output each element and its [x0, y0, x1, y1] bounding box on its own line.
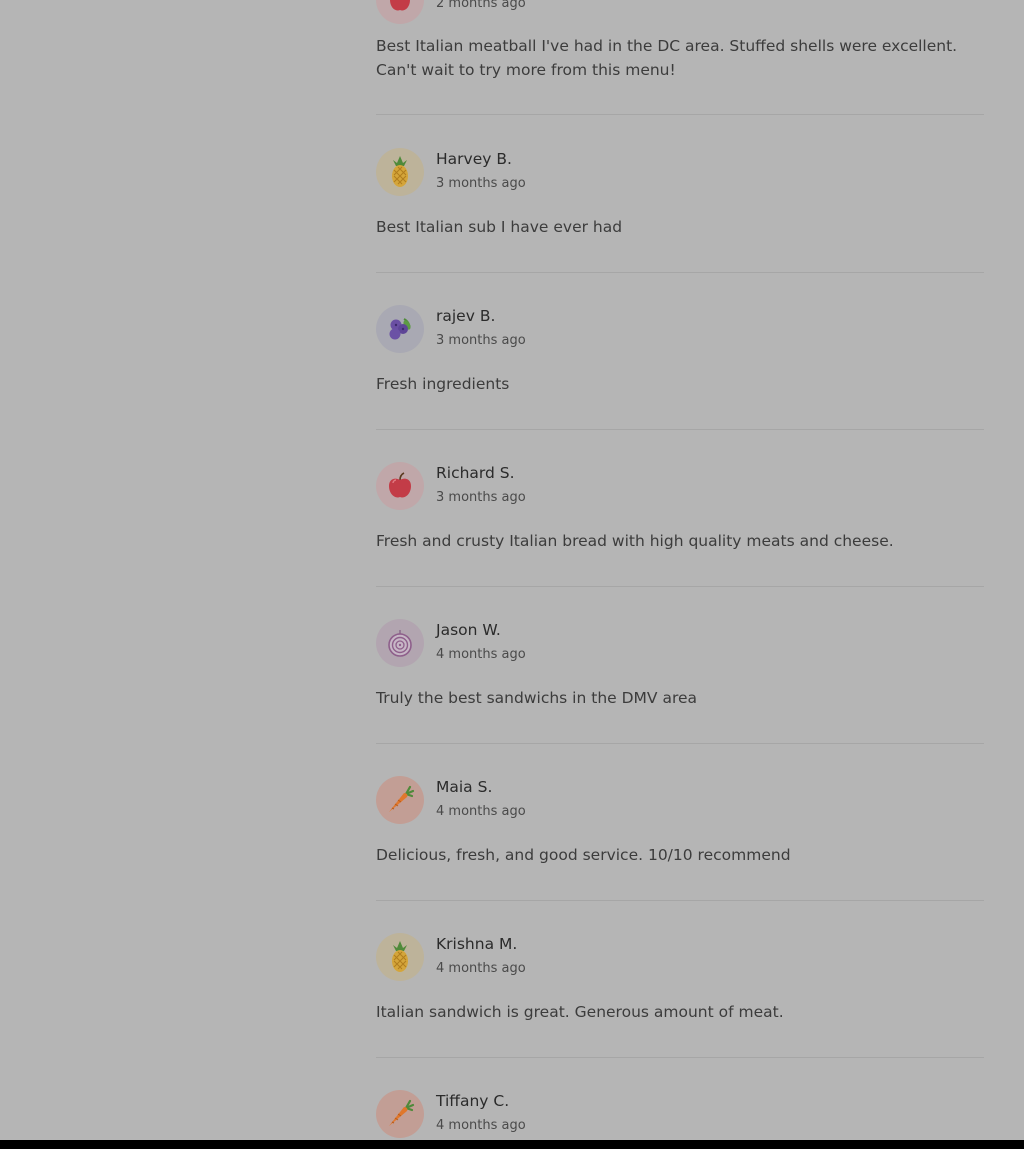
- reviewer-name[interactable]: Harvey B.: [436, 150, 512, 168]
- reviewer-name[interactable]: Jason W.: [436, 621, 501, 639]
- review-divider: [376, 743, 984, 744]
- review-time: 4 months ago: [436, 961, 526, 976]
- apple-icon: [376, 462, 424, 510]
- review-text: Best Italian meatball I've had in the DC…: [376, 37, 958, 79]
- review-text: Fresh ingredients: [376, 375, 510, 393]
- reviewer-name[interactable]: Tiffany C.: [436, 1092, 509, 1110]
- pineapple-icon: [376, 933, 424, 981]
- review-time: 4 months ago: [436, 804, 526, 819]
- review-time: 3 months ago: [436, 490, 526, 505]
- reviewer-name[interactable]: Richard S.: [436, 464, 515, 482]
- review-time: 2 months ago: [436, 0, 526, 11]
- review-divider: [376, 114, 984, 115]
- review-text: Italian sandwich is great. Generous amou…: [376, 1003, 784, 1021]
- onion-icon: [376, 619, 424, 667]
- review-time: 3 months ago: [436, 333, 526, 348]
- reviewer-name[interactable]: Krishna M.: [436, 935, 517, 953]
- review-time: 3 months ago: [436, 176, 526, 191]
- review-divider: [376, 586, 984, 587]
- reviewer-name[interactable]: rajev B.: [436, 307, 495, 325]
- apple-icon: [376, 0, 424, 24]
- carrot-icon: [376, 776, 424, 824]
- blueberries-icon: [376, 305, 424, 353]
- review-text: Delicious, fresh, and good service. 10/1…: [376, 846, 791, 864]
- review-text: Truly the best sandwichs in the DMV area: [376, 689, 698, 707]
- reviewer-name[interactable]: Maia S.: [436, 778, 492, 796]
- reviews-page: 2 months ago Best Italian meatball I've …: [0, 0, 1024, 1140]
- review-text: Best Italian sub I have ever had: [376, 218, 623, 236]
- bottom-edge-bar: [0, 1140, 1024, 1149]
- review-divider: [376, 1057, 984, 1058]
- pineapple-icon: [376, 148, 424, 196]
- review-time: 4 months ago: [436, 647, 526, 662]
- carrot-icon: [376, 1090, 424, 1138]
- review-text: Fresh and crusty Italian bread with high…: [376, 532, 894, 550]
- review-time: 4 months ago: [436, 1118, 526, 1133]
- review-divider: [376, 900, 984, 901]
- review-divider: [376, 429, 984, 430]
- review-divider: [376, 272, 984, 273]
